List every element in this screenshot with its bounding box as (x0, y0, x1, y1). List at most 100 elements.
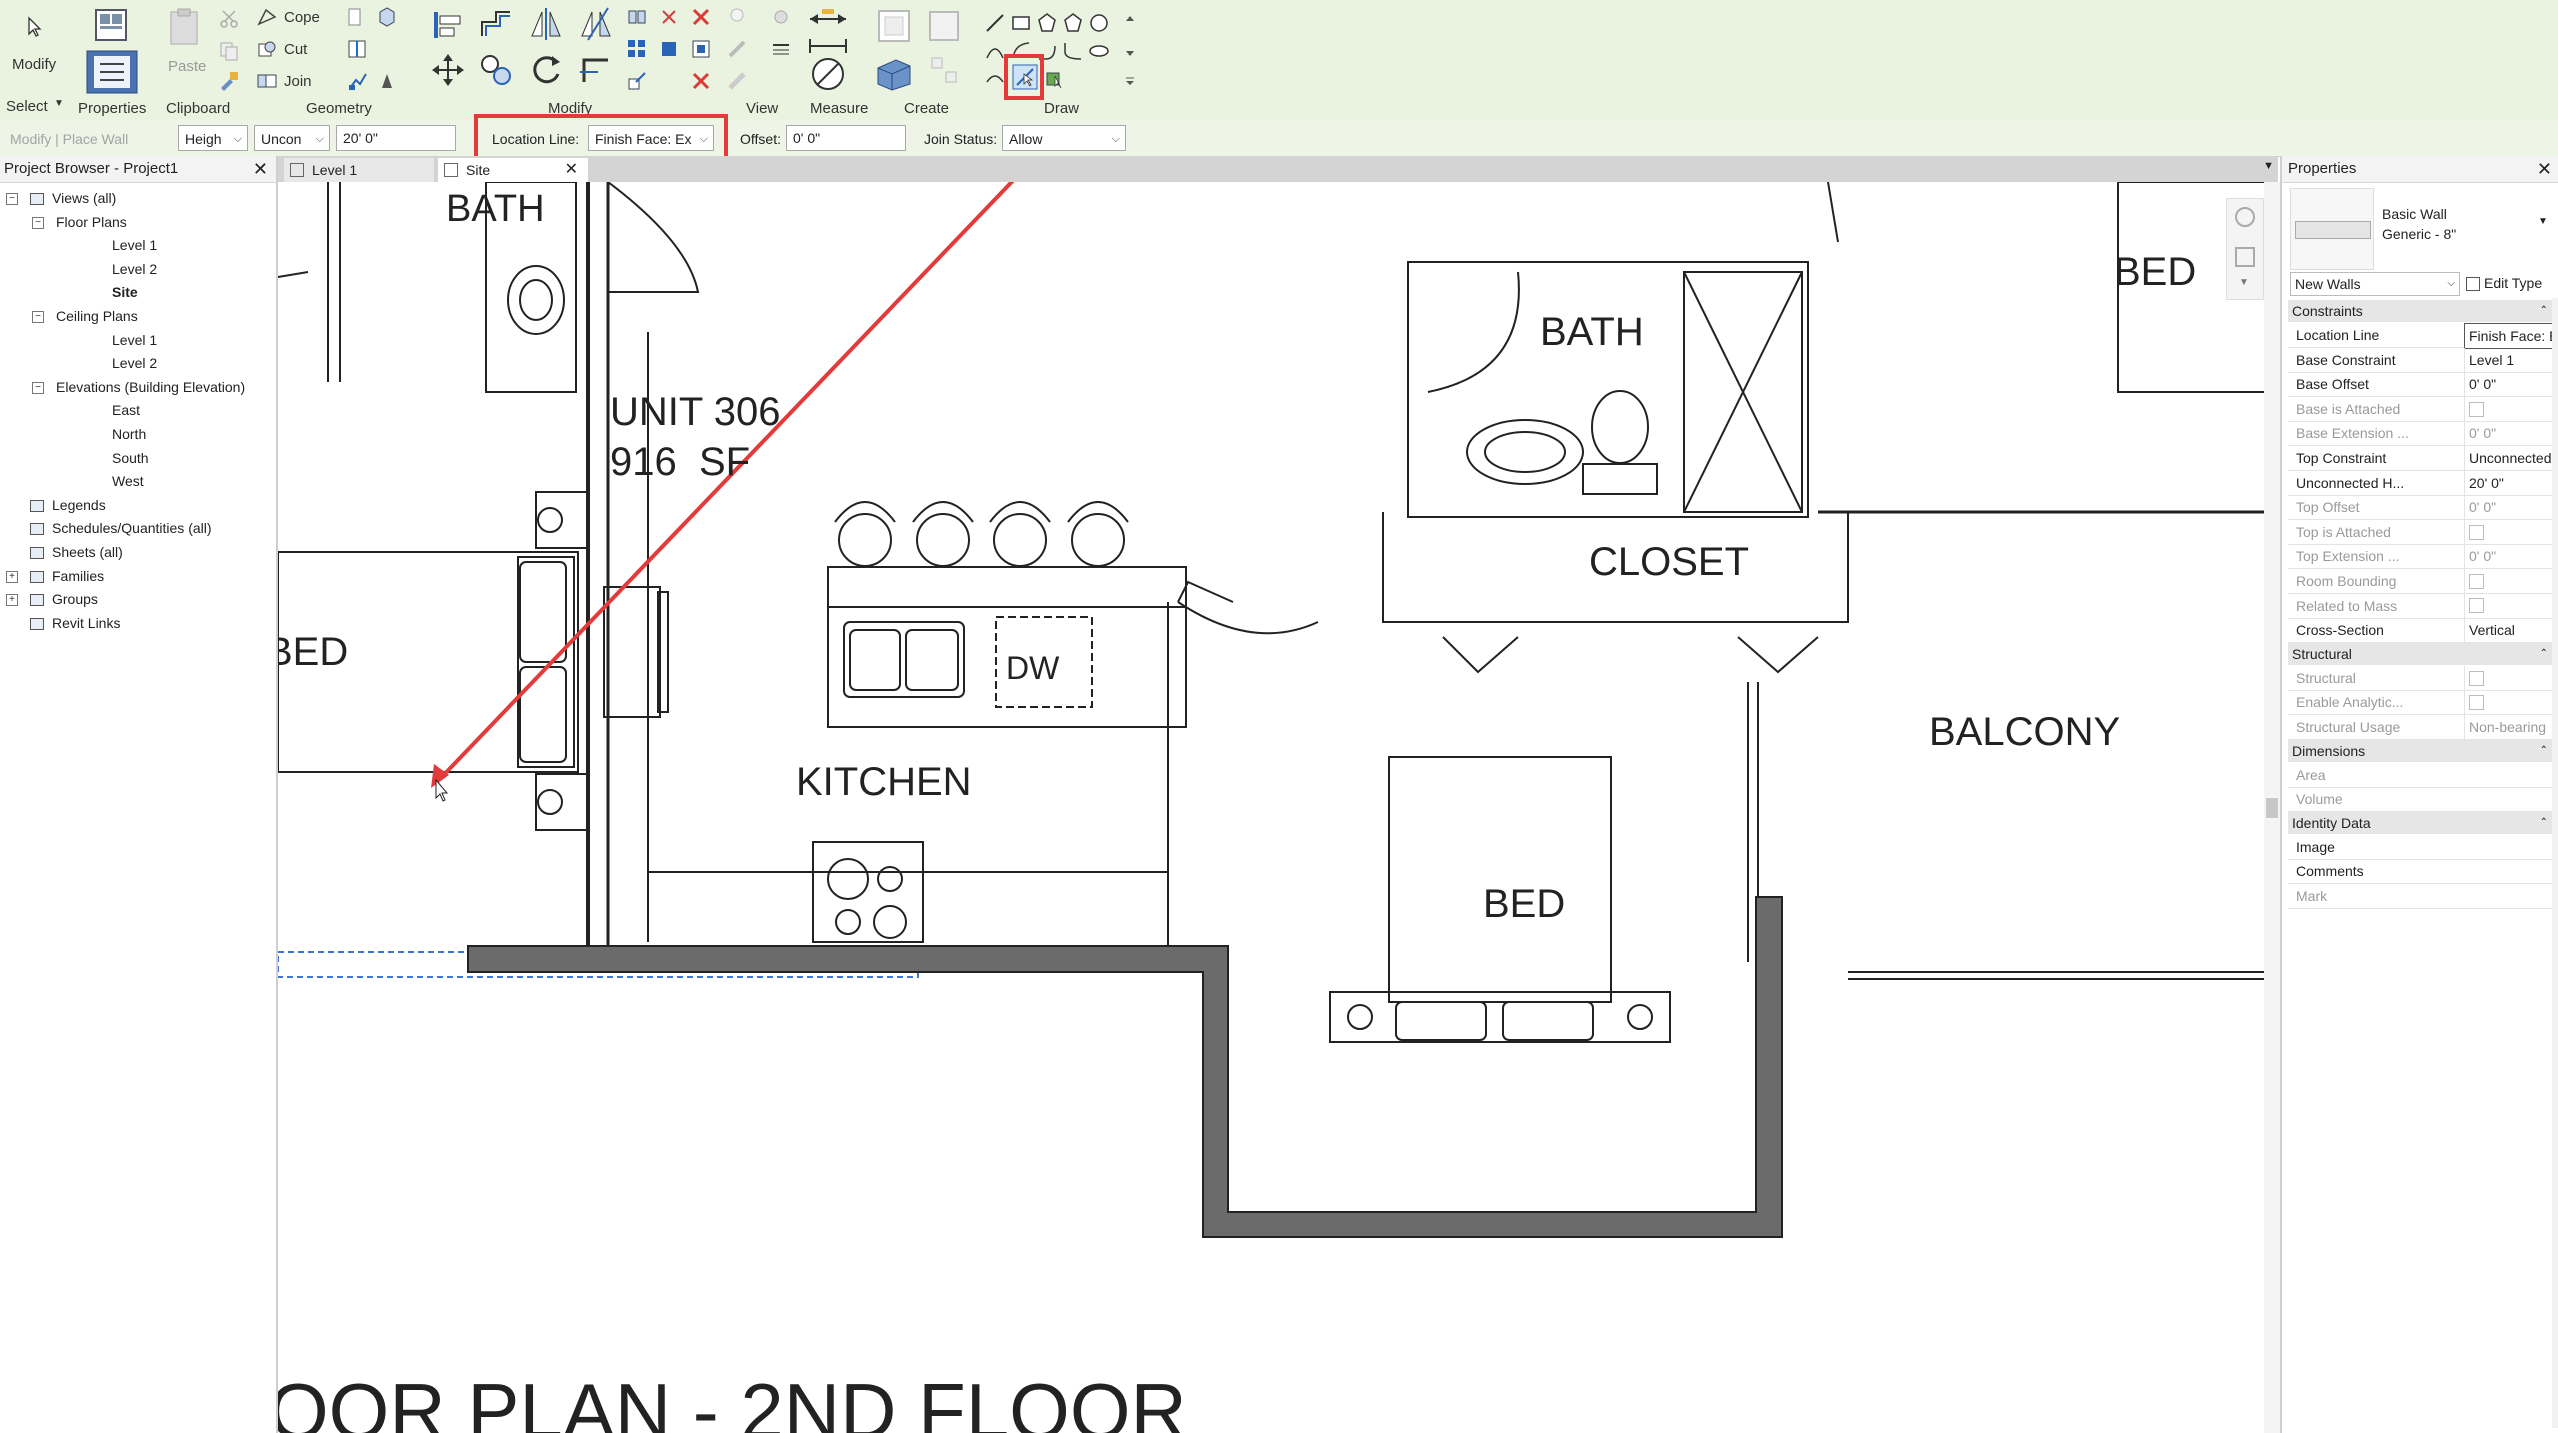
uncut-icon[interactable] (376, 6, 398, 28)
browser-item[interactable]: Elevations (Building Elevation) (56, 379, 245, 395)
scrollbar-thumb[interactable] (2266, 798, 2278, 818)
checkbox[interactable] (2469, 695, 2484, 711)
unpin-icon[interactable] (658, 38, 680, 60)
copy-icon[interactable] (218, 40, 240, 62)
browser-item[interactable]: Groups (52, 591, 98, 607)
browser-item[interactable]: Legends (52, 497, 106, 513)
property-row[interactable]: Location Line Finish Face: Exte (2288, 323, 2558, 349)
copy-element-icon[interactable] (478, 52, 514, 88)
mirror-draw-axis-icon[interactable] (578, 6, 614, 42)
collapse-icon[interactable]: − (32, 381, 44, 394)
checkbox[interactable] (2469, 524, 2484, 540)
browser-item[interactable]: North (112, 426, 146, 442)
match-properties-icon[interactable] (218, 70, 240, 92)
property-row[interactable]: Base Offset 0' 0" (2288, 372, 2554, 398)
pick-faces-icon[interactable] (1044, 68, 1066, 90)
browser-item[interactable]: West (112, 473, 144, 489)
browser-item[interactable]: Level 1 (112, 332, 157, 348)
pin-icon[interactable] (658, 6, 680, 28)
collapse-section-icon[interactable]: ⌃ (2540, 300, 2548, 322)
linework-icon[interactable] (726, 70, 748, 92)
delete-icon[interactable] (690, 6, 712, 28)
browser-item[interactable]: East (112, 402, 140, 418)
draw-circumscribed-polygon-icon[interactable] (1062, 12, 1084, 34)
paste-button[interactable]: Paste (160, 6, 208, 76)
draw-line-icon[interactable] (984, 12, 1006, 34)
height-mode-dropdown[interactable]: Heigh ⌵ (178, 125, 248, 151)
browser-item[interactable]: Level 1 (112, 237, 157, 253)
property-value[interactable]: Finish Face: Exte (2464, 323, 2558, 349)
draw-more-icon[interactable] (1124, 46, 1136, 58)
property-value[interactable]: 0' 0" (2464, 372, 2558, 397)
property-row[interactable]: Image (2288, 835, 2554, 860)
measure-distance-icon[interactable] (806, 6, 850, 32)
property-row[interactable]: Comments (2288, 859, 2554, 885)
draw-fillet-arc-icon[interactable] (1062, 40, 1084, 62)
mirror-pick-axis-icon[interactable] (528, 6, 564, 42)
select-dropdown[interactable]: Select ▼ (6, 98, 66, 118)
property-row[interactable]: Base Constraint Level 1 (2288, 347, 2554, 373)
collapse-section-icon[interactable]: ⌃ (2540, 812, 2548, 834)
wall-joins-icon[interactable] (346, 6, 368, 28)
properties-toggle-button[interactable] (82, 4, 144, 96)
demolish-icon[interactable] (346, 70, 368, 92)
property-section-header[interactable]: Dimensions ⌃ (2288, 739, 2554, 762)
draw-rectangle-icon[interactable] (1010, 12, 1032, 34)
browser-item[interactable]: Site (112, 284, 138, 300)
dimension-icon[interactable] (806, 36, 850, 56)
split-element-icon[interactable] (626, 6, 648, 28)
properties-scrollbar[interactable] (2552, 298, 2558, 1428)
scale-icon[interactable] (626, 70, 648, 92)
create-parts-icon[interactable] (874, 54, 914, 94)
rotate-icon[interactable] (528, 52, 564, 88)
type-selector[interactable]: Basic Wall Generic - 8" ▼ (2288, 186, 2554, 270)
cut-scissors-icon[interactable] (218, 8, 240, 30)
modify-tool-button[interactable]: Modify (4, 6, 66, 76)
property-value[interactable]: 20' 0" (2464, 470, 2558, 495)
tab-site[interactable]: Site ✕ (438, 158, 588, 182)
browser-item[interactable]: Schedules/Quantities (all) (52, 520, 212, 536)
browser-item[interactable]: Families (52, 568, 104, 584)
property-section-header[interactable]: Identity Data ⌃ (2288, 811, 2554, 834)
steering-wheel-icon[interactable] (2235, 207, 2255, 227)
draw-expand-icon[interactable] (1124, 12, 1136, 24)
drawing-canvas[interactable]: BATH UNIT 306 916 SF BED DW KITCHEN BATH… (278, 182, 2280, 1433)
cope-button[interactable]: Cope (284, 9, 320, 26)
draw-partial-ellipse-icon[interactable] (984, 68, 1006, 90)
checkbox[interactable] (2469, 401, 2484, 417)
checkbox[interactable] (2469, 670, 2484, 686)
property-row[interactable]: Top Constraint Unconnected (2288, 446, 2554, 471)
collapse-icon[interactable]: − (6, 193, 18, 205)
offset-input[interactable]: 0' 0" (786, 125, 906, 151)
checkbox[interactable] (2469, 573, 2484, 589)
trim-extend-corner-icon[interactable] (578, 52, 614, 88)
expand-icon[interactable]: + (6, 594, 18, 607)
checkbox[interactable] (2469, 598, 2484, 614)
collapse-icon[interactable]: − (32, 216, 44, 229)
split-face-icon[interactable] (346, 38, 368, 60)
close-icon[interactable]: ✕ (253, 156, 268, 182)
browser-item[interactable]: Revit Links (52, 615, 120, 631)
collapse-section-icon[interactable]: ⌃ (2540, 643, 2548, 665)
height-input[interactable]: 20' 0" (336, 125, 456, 151)
browser-item[interactable]: Level 2 (112, 355, 157, 371)
browser-item[interactable]: Level 2 (112, 261, 157, 277)
create-group-icon[interactable] (876, 8, 912, 44)
browser-item[interactable]: Views (all) (52, 190, 116, 206)
edit-type-button[interactable]: Edit Type (2466, 272, 2554, 296)
browser-item[interactable]: Floor Plans (56, 214, 127, 230)
paint-icon[interactable] (376, 70, 398, 92)
collapse-section-icon[interactable]: ⌃ (2540, 740, 2548, 762)
join-status-dropdown[interactable]: Allow ⌵ (1002, 125, 1126, 151)
property-section-header[interactable]: Constraints ⌃ (2288, 300, 2554, 322)
close-tab-icon[interactable]: ✕ (565, 158, 578, 182)
property-value[interactable]: Level 1 (2464, 347, 2558, 372)
draw-ellipse-icon[interactable] (1088, 40, 1110, 62)
browser-item[interactable]: South (112, 450, 149, 466)
array-icon[interactable] (626, 38, 648, 60)
draw-overflow-icon[interactable] (1124, 74, 1136, 86)
join-button[interactable]: Join (284, 73, 312, 90)
property-row[interactable]: Unconnected H... 20' 0" (2288, 470, 2554, 496)
nav-menu-icon[interactable]: ▼ (2239, 277, 2249, 288)
tab-menu-icon[interactable]: ▼ (2263, 160, 2274, 172)
